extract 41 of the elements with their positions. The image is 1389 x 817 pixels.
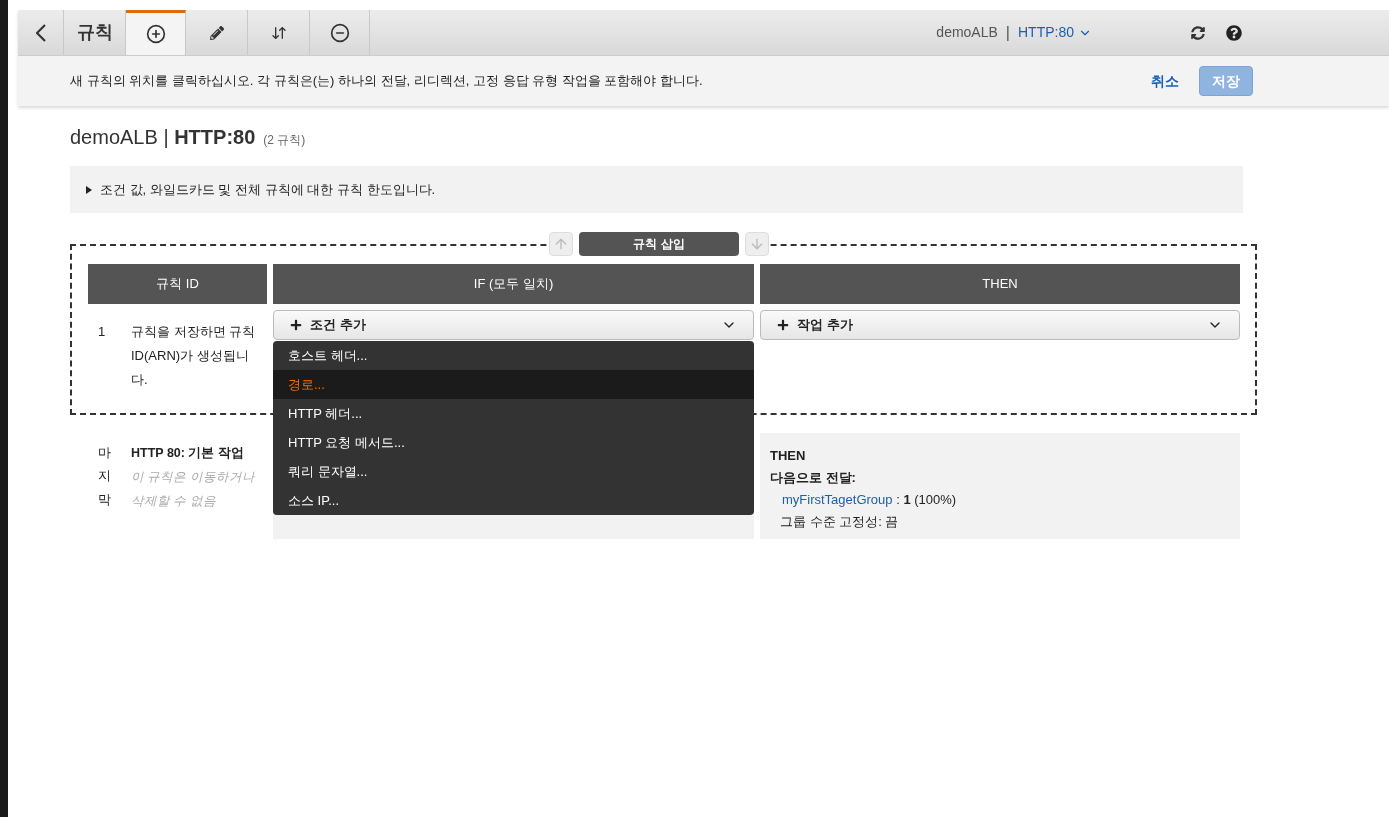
condition-select[interactable]: 조건 추가 — [273, 310, 754, 340]
sort-icon — [270, 24, 287, 41]
target-group-weight: myFirstTagetGroup : 1 (100%) — [781, 491, 958, 509]
insert-rule-button[interactable]: 규칙 삽입 — [579, 232, 739, 256]
rule-number: 1 — [98, 323, 107, 341]
cancel-link[interactable]: 취소 — [1151, 70, 1179, 92]
arrow-up-icon — [553, 236, 569, 252]
rule-count: (2 규칙) — [263, 132, 306, 149]
menu-item[interactable]: HTTP 요청 메서드... — [273, 428, 754, 457]
info-message: 새 규칙의 위치를 클릭하십시오. 각 규칙은(는) 하나의 전달, 리디렉션, 고정 응답 유형 작업을 포함해야 합니다. — [70, 72, 703, 91]
rule-id-note: 규칙을 저장하면 규칙 ID(ARN)가 생성됩니다. — [131, 323, 256, 389]
target-group-link[interactable]: myFirstTagetGroup — [782, 492, 893, 507]
limits-toggle[interactable]: 조건 값, 와일드카드 및 전체 규칙에 대한 규칙 한도입니다. — [86, 179, 436, 200]
menu-item[interactable]: 쿼리 문자열... — [273, 457, 754, 486]
page-title: demoALB | HTTP:80 — [70, 125, 256, 150]
menu-item[interactable]: 소스 IP... — [273, 486, 754, 515]
minus-circle-icon — [329, 22, 350, 43]
plus-icon — [777, 319, 789, 331]
stickiness-text: 그룹 수준 고정성: 끔 — [779, 513, 900, 531]
menu-item[interactable]: 호스트 헤더... — [273, 341, 754, 370]
then-heading: THEN — [770, 447, 807, 465]
rule-position: 마지막 — [98, 444, 111, 509]
column-header: 규칙 ID — [88, 264, 267, 304]
plus-icon — [290, 319, 302, 331]
default-rule-note: 이 규칙은 이동하거나 삭제할 수 없음 — [131, 469, 256, 510]
action-select[interactable]: 작업 추가 — [760, 310, 1240, 340]
back-icon — [35, 23, 46, 42]
pencil-icon — [209, 25, 224, 40]
caret-icon — [86, 185, 92, 194]
menu-item[interactable]: HTTP 헤더... — [273, 399, 754, 428]
listener-dropdown[interactable]: HTTP:80 — [1018, 22, 1092, 43]
separator: | — [1005, 22, 1010, 43]
default-rule-title: HTTP 80: 기본 작업 — [131, 445, 245, 462]
plus-circle-icon — [145, 24, 166, 44]
column-header: IF (모두 일치) — [273, 264, 754, 304]
action-label: 다음으로 전달: — [770, 469, 857, 487]
arrow-down-icon — [749, 236, 765, 252]
toolbar-tab[interactable] — [126, 10, 186, 55]
menu-item[interactable]: 경로... — [273, 370, 754, 399]
load-balancer-name: demoALB — [936, 23, 998, 42]
column-header: THEN — [760, 264, 1240, 304]
